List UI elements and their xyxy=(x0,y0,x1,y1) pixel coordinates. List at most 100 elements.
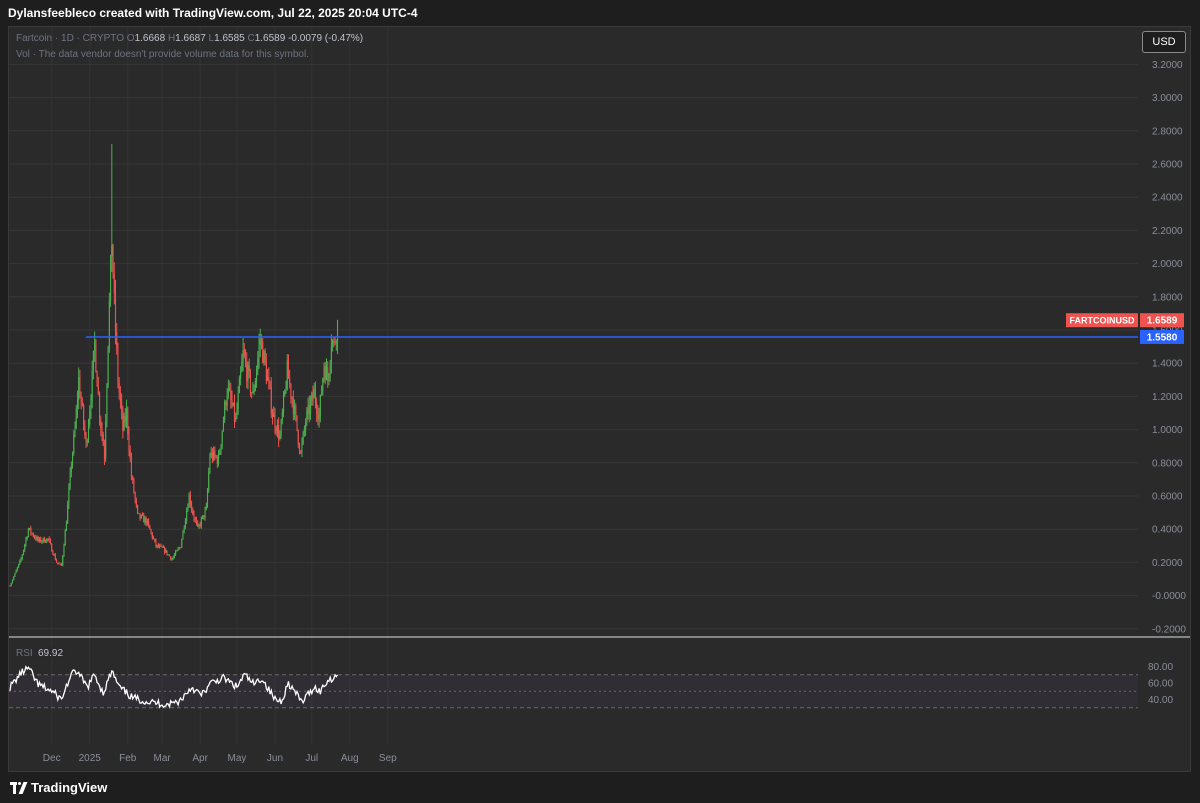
rsi-label: RSI xyxy=(16,648,33,659)
candle-body xyxy=(222,420,224,431)
candle-body xyxy=(161,546,163,548)
candle-body xyxy=(11,580,14,584)
candle-body xyxy=(268,377,270,382)
candle-body xyxy=(46,538,48,542)
candle-body xyxy=(144,517,146,523)
candle-body xyxy=(317,413,319,420)
candle-body xyxy=(243,349,245,356)
candle-body xyxy=(74,427,76,435)
price-tick-label: 0.4000 xyxy=(1152,525,1183,536)
candle-body xyxy=(32,533,34,537)
candle-body xyxy=(47,538,49,540)
candle-body xyxy=(204,509,206,518)
candle-body xyxy=(45,541,47,543)
candle-body xyxy=(132,476,134,480)
candle-body xyxy=(200,518,202,526)
price-tick-label: -0.0000 xyxy=(1152,591,1186,602)
candle-body xyxy=(300,451,302,453)
candle-body xyxy=(16,567,18,571)
candle-body xyxy=(14,573,16,577)
candle-body xyxy=(232,402,234,406)
candle-body xyxy=(181,539,183,548)
candle-body xyxy=(183,528,185,531)
candle-body xyxy=(224,402,226,421)
candle-body xyxy=(15,570,17,574)
candle-body xyxy=(128,433,130,451)
rsi-tick-label: 80.00 xyxy=(1148,662,1173,673)
candle-body xyxy=(336,320,339,343)
candle-body xyxy=(68,487,70,505)
candle-body xyxy=(133,479,135,493)
price-tick-label: 2.0000 xyxy=(1152,259,1183,270)
open-label: O xyxy=(126,33,135,44)
candle-body xyxy=(303,428,305,433)
candle-body xyxy=(249,371,251,393)
price-tick-label: 0.8000 xyxy=(1152,458,1183,469)
candle-body xyxy=(311,393,313,402)
candle-body xyxy=(322,378,324,393)
candle-body xyxy=(238,378,240,394)
candle-body xyxy=(307,404,309,411)
price-tick-label: 1.2000 xyxy=(1152,392,1183,403)
candle-body xyxy=(87,424,90,441)
tradingview-logo: TradingView xyxy=(10,780,107,795)
time-tick-label: Feb xyxy=(119,753,137,764)
candle-body xyxy=(80,397,82,402)
candle-body xyxy=(48,538,50,541)
candle-body xyxy=(165,550,167,553)
candle-body xyxy=(270,387,272,414)
candle-body xyxy=(274,413,276,429)
candle-body xyxy=(286,360,288,390)
candle-body xyxy=(192,509,194,515)
candle-body xyxy=(164,547,166,553)
candle-body xyxy=(65,523,67,531)
candle-body xyxy=(247,365,249,382)
candle-body xyxy=(160,545,162,547)
candle-body xyxy=(297,430,299,445)
tradingview-brand: TradingView xyxy=(31,780,108,795)
volume-note: Vol · The data vendor doesn't provide vo… xyxy=(16,49,309,60)
candle-body xyxy=(173,554,175,558)
candle-body xyxy=(114,292,117,332)
candle-body xyxy=(198,524,200,527)
candle-body xyxy=(321,392,323,396)
candle-body xyxy=(95,340,97,372)
candle-body xyxy=(329,363,331,375)
candle-body xyxy=(168,554,171,557)
candle-body xyxy=(67,504,69,524)
candle-body xyxy=(42,537,44,542)
candle-body xyxy=(41,541,43,543)
candle-body xyxy=(240,371,242,379)
candle-body xyxy=(314,389,316,403)
candle-body xyxy=(333,340,335,342)
candle-body xyxy=(323,366,325,379)
candle-body xyxy=(152,537,155,539)
candle-body xyxy=(90,401,92,412)
candle-body xyxy=(279,436,281,440)
candle-body xyxy=(78,376,80,401)
currency-button[interactable]: USD xyxy=(1142,31,1186,53)
price-tick-label: 2.2000 xyxy=(1152,226,1183,237)
candle-body xyxy=(246,362,248,382)
candle-body xyxy=(29,527,31,530)
candle-body xyxy=(33,536,36,538)
symbol-legend: Fartcoin · 1D · CRYPTO O1.6668 H1.6687 L… xyxy=(16,33,363,44)
candle-body xyxy=(89,411,91,425)
candle-body xyxy=(211,452,213,460)
candle-body xyxy=(154,538,156,541)
candle-body xyxy=(84,424,86,435)
candle-body xyxy=(258,344,260,358)
candle-body xyxy=(121,401,123,411)
candle-body xyxy=(316,402,318,414)
candle-body xyxy=(9,585,11,587)
time-tick-label: Jun xyxy=(267,753,283,764)
candle-body xyxy=(332,340,334,347)
candle-body xyxy=(208,472,210,491)
price-chart[interactable]: 3.2000 3.0000 2.8000 2.6000 2.4000 2.2000 2.00… xyxy=(0,0,1200,803)
candle-body xyxy=(64,530,66,546)
time-tick-label: Apr xyxy=(192,753,208,764)
rsi-value: 69.92 xyxy=(38,648,63,659)
candle-body xyxy=(26,536,28,539)
candle-body xyxy=(146,520,148,524)
candle-body xyxy=(140,514,142,519)
